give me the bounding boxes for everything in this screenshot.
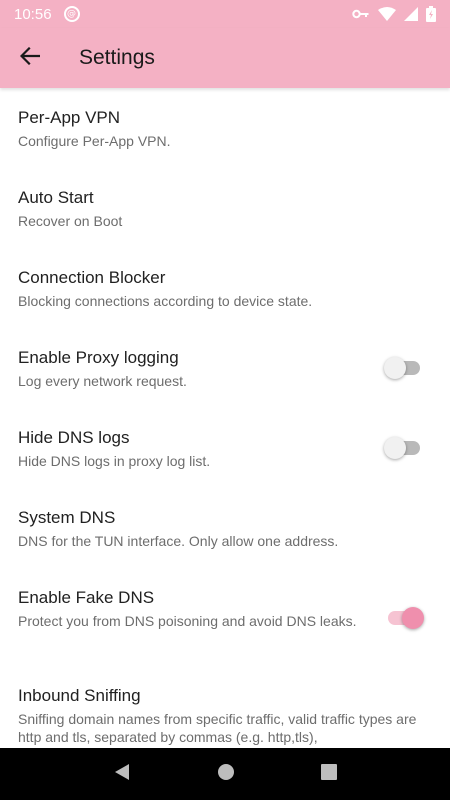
setting-title: Hide DNS logs xyxy=(18,428,130,447)
setting-summary: Blocking connections according to device… xyxy=(18,293,313,309)
navigation-bar xyxy=(0,748,450,800)
setting-summary: Hide DNS logs in proxy log list. xyxy=(18,453,211,469)
setting-title: Per-App VPN xyxy=(18,108,121,127)
setting-title: System DNS xyxy=(18,508,116,527)
nav-home-icon[interactable] xyxy=(217,763,235,785)
nav-back-icon[interactable] xyxy=(113,763,131,785)
setting-summary: Configure Per-App VPN. xyxy=(18,133,171,149)
setting-title: Inbound Sniffing xyxy=(18,686,141,705)
setting-title: Connection Blocker xyxy=(18,268,166,287)
switch-thumb xyxy=(402,607,424,629)
setting-summary: Recover on Boot xyxy=(18,213,123,229)
setting-summary: DNS for the TUN interface. Only allow on… xyxy=(18,533,339,549)
back-button[interactable] xyxy=(0,28,60,88)
setting-title: Enable Fake DNS xyxy=(18,588,155,607)
setting-title: Enable Proxy logging xyxy=(18,348,179,367)
status-time: 10:56 xyxy=(14,5,52,23)
setting-inbound-sniffing[interactable]: Inbound Sniffing Sniffing domain names f… xyxy=(0,686,450,746)
wifi-icon xyxy=(378,7,396,21)
nav-recents-icon[interactable] xyxy=(321,764,337,784)
settings-list: Per-App VPN Configure Per-App VPN. Auto … xyxy=(0,88,450,748)
signal-icon xyxy=(404,7,418,21)
battery-icon xyxy=(426,6,436,22)
hide-dns-logs-switch[interactable] xyxy=(384,437,422,459)
setting-connection-blocker[interactable]: Connection Blocker Blocking connections … xyxy=(0,268,450,310)
notification-icon: @ xyxy=(63,6,80,22)
back-arrow-icon xyxy=(19,46,41,69)
app-bar: Settings xyxy=(0,28,450,88)
switch-thumb xyxy=(384,437,406,459)
setting-summary: Protect you from DNS poisoning and avoid… xyxy=(18,613,357,629)
setting-enable-fake-dns[interactable]: Enable Fake DNS Protect you from DNS poi… xyxy=(0,588,450,630)
setting-summary: Sniffing domain names from specific traf… xyxy=(18,711,417,745)
proxy-logging-switch[interactable] xyxy=(384,357,422,379)
setting-auto-start[interactable]: Auto Start Recover on Boot xyxy=(0,188,450,230)
setting-hide-dns-logs[interactable]: Hide DNS logs Hide DNS logs in proxy log… xyxy=(0,428,450,470)
setting-summary: Log every network request. xyxy=(18,373,187,389)
vpn-key-icon xyxy=(352,8,370,20)
setting-system-dns[interactable]: System DNS DNS for the TUN interface. On… xyxy=(0,508,450,550)
page-title: Settings xyxy=(79,46,155,69)
fake-dns-switch[interactable] xyxy=(386,607,424,629)
setting-title: Auto Start xyxy=(18,188,94,207)
switch-thumb xyxy=(384,357,406,379)
status-bar: 10:56 @ xyxy=(0,0,450,28)
setting-per-app-vpn[interactable]: Per-App VPN Configure Per-App VPN. xyxy=(0,108,450,150)
status-icons xyxy=(352,6,436,22)
setting-enable-proxy-logging[interactable]: Enable Proxy logging Log every network r… xyxy=(0,348,450,390)
